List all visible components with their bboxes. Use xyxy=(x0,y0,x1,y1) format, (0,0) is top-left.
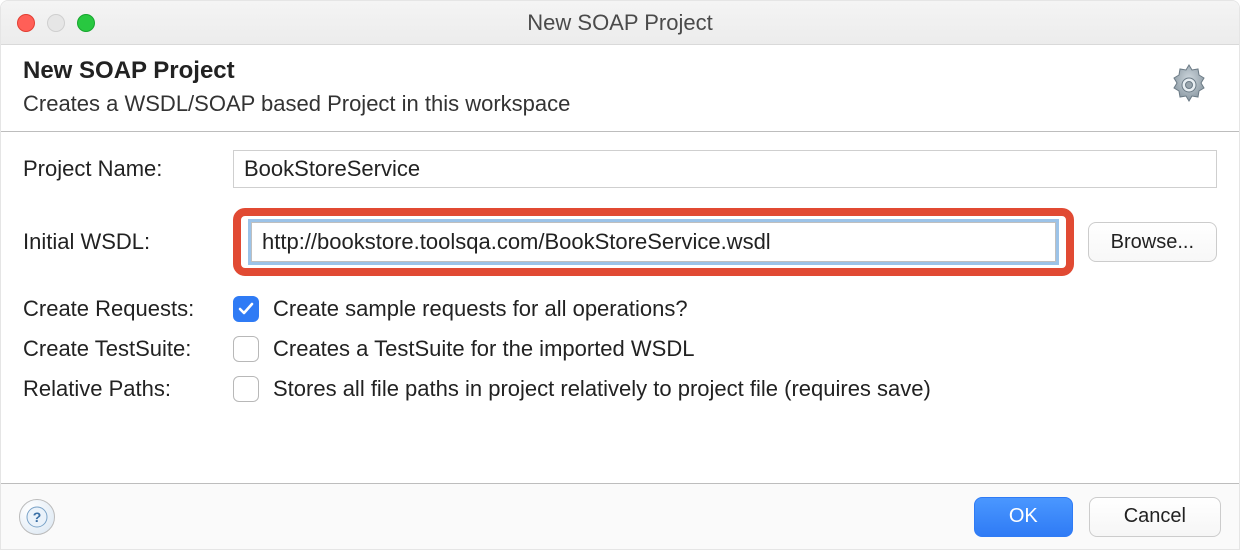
initial-wsdl-row: Initial WSDL: Browse... xyxy=(23,208,1217,276)
create-testsuite-option: Creates a TestSuite for the imported WSD… xyxy=(273,336,694,362)
browse-button[interactable]: Browse... xyxy=(1088,222,1217,262)
titlebar: New SOAP Project xyxy=(1,1,1239,45)
relative-paths-row: Relative Paths: Stores all file paths in… xyxy=(23,376,1217,402)
ok-button[interactable]: OK xyxy=(974,497,1073,537)
form-area: Project Name: Initial WSDL: Browse... Cr… xyxy=(1,132,1239,483)
minimize-window-button[interactable] xyxy=(47,14,65,32)
dialog-title: New SOAP Project xyxy=(23,57,570,85)
create-testsuite-row: Create TestSuite: Creates a TestSuite fo… xyxy=(23,336,1217,362)
dialog-window: New SOAP Project New SOAP Project Create… xyxy=(0,0,1240,550)
project-name-label: Project Name: xyxy=(23,156,233,182)
dialog-header-text: New SOAP Project Creates a WSDL/SOAP bas… xyxy=(23,57,570,117)
initial-wsdl-input[interactable] xyxy=(251,222,1056,262)
close-window-button[interactable] xyxy=(17,14,35,32)
initial-wsdl-highlight xyxy=(233,208,1074,276)
create-testsuite-label: Create TestSuite: xyxy=(23,336,233,362)
window-controls xyxy=(1,14,95,32)
project-name-row: Project Name: xyxy=(23,150,1217,188)
create-testsuite-checkbox[interactable] xyxy=(233,336,259,362)
relative-paths-label: Relative Paths: xyxy=(23,376,233,402)
create-requests-label: Create Requests: xyxy=(23,296,233,322)
dialog-header: New SOAP Project Creates a WSDL/SOAP bas… xyxy=(1,45,1239,132)
svg-text:?: ? xyxy=(33,509,42,525)
help-button[interactable]: ? xyxy=(19,499,55,535)
create-requests-option: Create sample requests for all operation… xyxy=(273,296,688,322)
create-requests-row: Create Requests: Create sample requests … xyxy=(23,296,1217,322)
project-name-input[interactable] xyxy=(233,150,1217,188)
initial-wsdl-label: Initial WSDL: xyxy=(23,229,233,255)
window-title: New SOAP Project xyxy=(1,10,1239,36)
gear-icon xyxy=(1165,61,1213,109)
create-requests-checkbox[interactable] xyxy=(233,296,259,322)
dialog-footer: ? OK Cancel xyxy=(1,483,1239,549)
cancel-button[interactable]: Cancel xyxy=(1089,497,1221,537)
zoom-window-button[interactable] xyxy=(77,14,95,32)
dialog-subtitle: Creates a WSDL/SOAP based Project in thi… xyxy=(23,91,570,117)
relative-paths-option: Stores all file paths in project relativ… xyxy=(273,376,931,402)
relative-paths-checkbox[interactable] xyxy=(233,376,259,402)
